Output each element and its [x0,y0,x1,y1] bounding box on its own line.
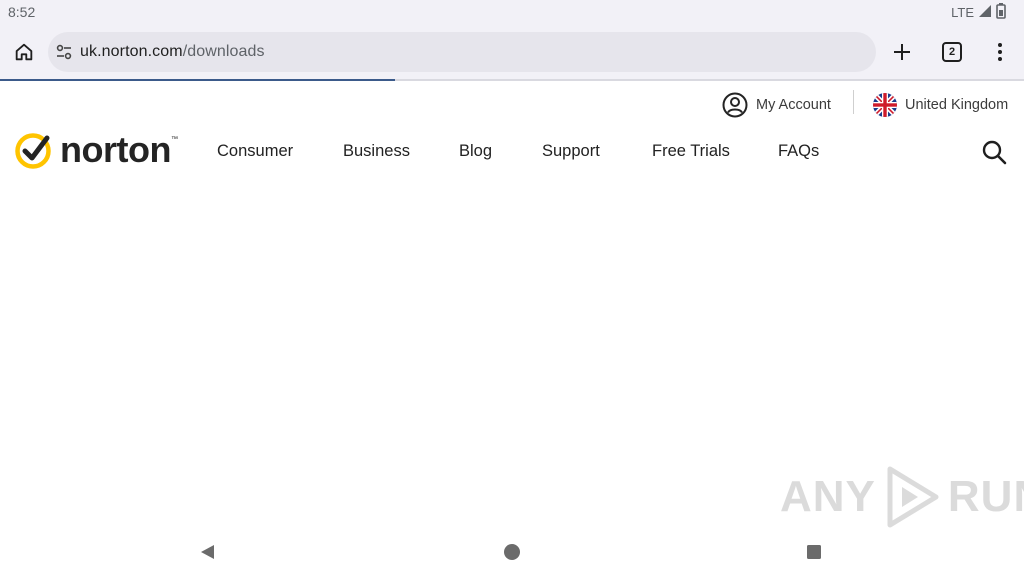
logo-trademark: ™ [170,136,178,143]
home-button[interactable] [10,38,38,66]
recents-square-icon [807,545,821,559]
back-button[interactable] [198,543,216,566]
page-load-progress [0,79,1024,81]
nav-blog[interactable]: Blog [459,142,492,161]
nav-business[interactable]: Business [343,142,410,161]
status-time: 8:52 [8,4,36,20]
address-bar[interactable]: uk.norton.com/downloads [48,32,876,72]
battery-icon [996,2,1006,22]
search-icon [982,140,1007,165]
account-icon [722,92,748,118]
anyrun-watermark: ANY RUN [780,462,1024,532]
tab-switcher-button[interactable]: 2 [942,42,962,62]
new-tab-button[interactable] [890,40,914,64]
nav-free-trials[interactable]: Free Trials [652,142,730,161]
play-logo-icon [887,466,939,528]
url-host: uk.norton.com [80,43,183,60]
country-label: United Kingdom [905,97,1009,113]
watermark-text-left: ANY [780,472,876,521]
site-info-icon[interactable] [54,42,74,62]
system-home-button[interactable] [503,543,521,566]
norton-logo[interactable]: norton ™ [14,130,178,170]
status-bar: 8:52 LTE [0,0,1024,24]
signal-icon [978,4,992,21]
home-circle-icon [504,544,520,560]
country-selector[interactable]: United Kingdom [873,92,1008,118]
watermark-text-right: RUN [947,472,1024,521]
system-navigation-bar [0,530,1024,576]
utility-divider [853,90,854,114]
plus-icon [894,44,910,60]
tab-count: 2 [948,46,956,58]
status-indicators: LTE [951,2,1006,22]
url-text[interactable]: uk.norton.com/downloads [80,43,265,61]
network-type: LTE [951,4,974,20]
more-vert-icon [998,43,1002,61]
main-navigation: norton ™ Consumer Business Blog Support … [0,124,1024,180]
uk-flag-icon [873,93,897,117]
more-menu-button[interactable] [990,40,1010,64]
url-path: /downloads [182,43,265,60]
utility-bar: My Account United Kingdom [0,84,1024,124]
norton-checkmark-icon [15,133,51,169]
page-load-progress-fill [0,79,396,81]
browser-toolbar: uk.norton.com/downloads 2 [0,24,1024,80]
recents-button[interactable] [806,544,822,565]
back-triangle-icon [201,545,214,559]
my-account-link[interactable]: My Account [722,92,831,118]
my-account-label: My Account [756,97,831,113]
nav-support[interactable]: Support [542,142,600,161]
nav-faqs[interactable]: FAQs [778,142,819,161]
home-icon [15,43,33,61]
site-search-button[interactable] [980,138,1008,166]
logo-wordmark: norton [60,129,171,170]
nav-consumer[interactable]: Consumer [217,142,293,161]
